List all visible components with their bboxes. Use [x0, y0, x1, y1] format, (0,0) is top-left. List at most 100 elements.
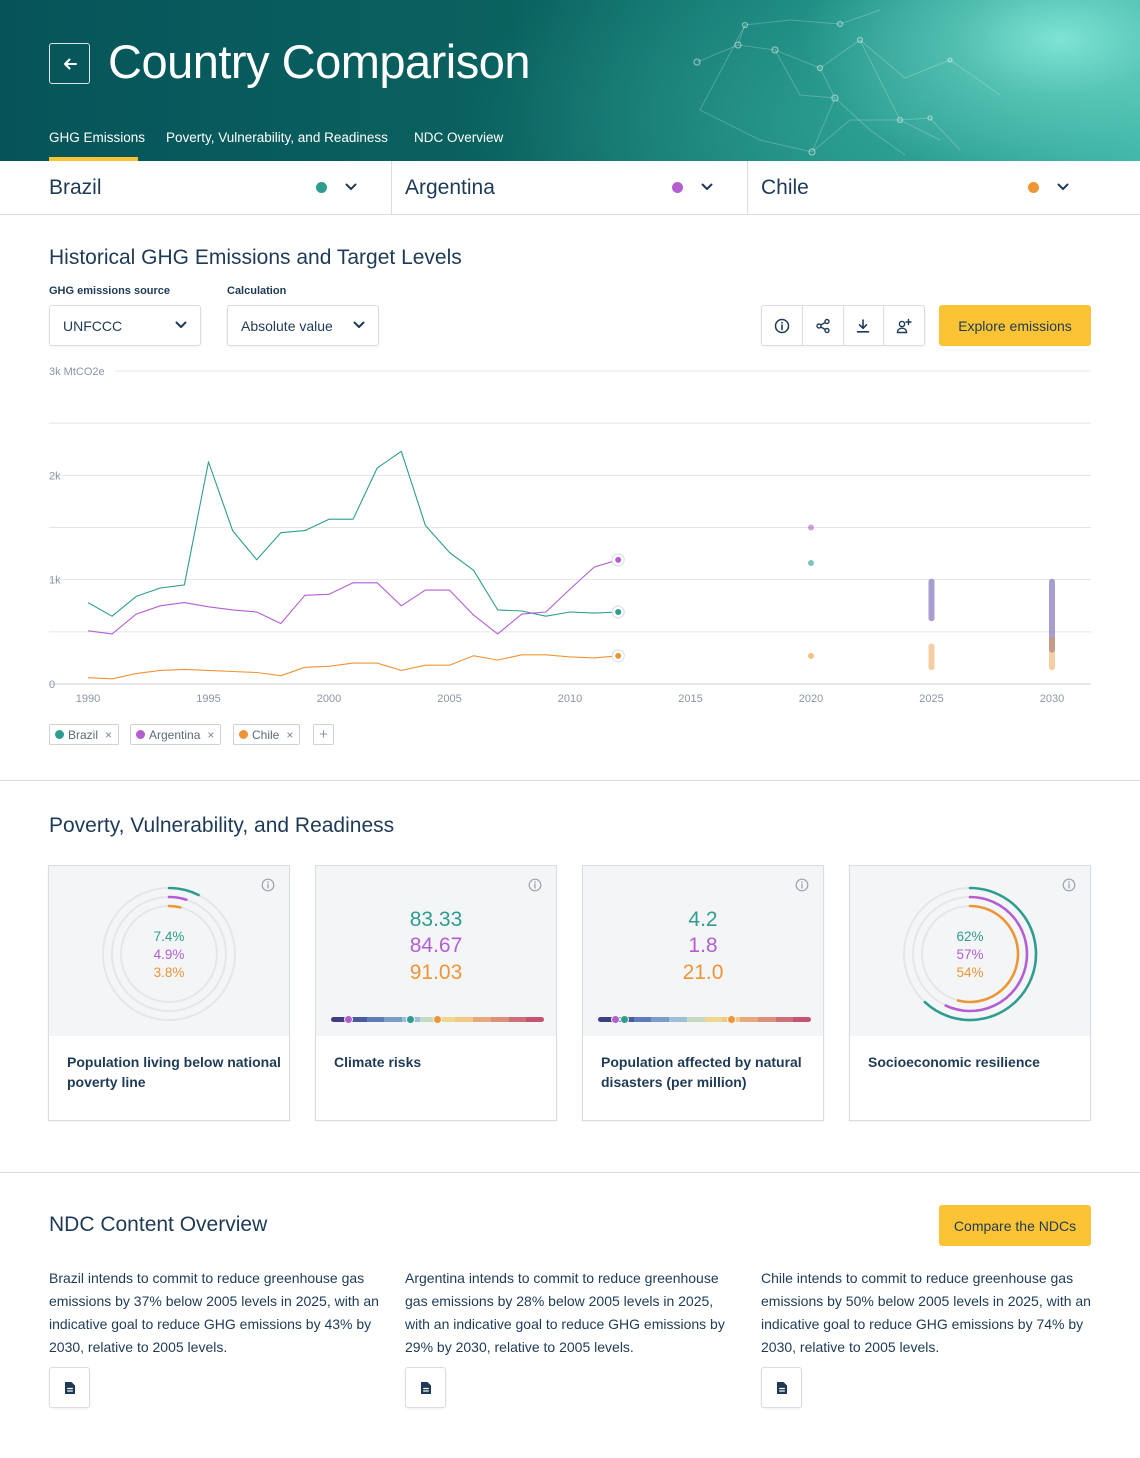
share-button[interactable] — [803, 306, 844, 345]
ndc-document-button-chile[interactable] — [761, 1367, 802, 1408]
card-title: Population living below national poverty… — [67, 1054, 281, 1090]
chart-toolbar — [761, 305, 925, 346]
legend-color-dot — [239, 730, 248, 739]
x-tick-label: 2015 — [678, 693, 702, 705]
card-title: Population affected by natural disasters… — [601, 1054, 802, 1090]
ghg-source-dropdown[interactable]: UNFCCC — [49, 305, 201, 346]
add-user-button[interactable] — [884, 306, 924, 345]
y-tick-label: 1k — [49, 575, 61, 587]
scale-segment — [775, 1017, 794, 1022]
legend-label: Chile — [252, 727, 280, 742]
x-tick-label: 2025 — [919, 693, 943, 705]
y-axis-unit-label: 3k MtCO2e — [49, 366, 105, 378]
scale-segment — [669, 1017, 687, 1022]
remove-icon[interactable]: × — [105, 728, 112, 742]
scale-segment — [740, 1017, 758, 1022]
ndc-summary-chile: Chile intends to commit to reduce greenh… — [761, 1270, 1091, 1355]
scale-segment — [633, 1017, 652, 1022]
compare-ndcs-button[interactable]: Compare the NDCs — [939, 1205, 1091, 1246]
value-argentina: 57% — [956, 947, 984, 962]
add-country-button[interactable]: + — [313, 724, 334, 745]
legend-label: Argentina — [149, 727, 201, 742]
card-visual-area: 7.4% 4.9% 3.8% — [49, 866, 289, 1036]
back-button[interactable] — [49, 43, 90, 84]
info-icon[interactable] — [528, 878, 542, 892]
legend-color-dot — [55, 730, 64, 739]
scale-segment — [473, 1017, 491, 1022]
chevron-down-icon — [353, 321, 365, 328]
scale-marker-argentina — [344, 1015, 353, 1024]
y-tick-label: 2k — [49, 470, 61, 482]
document-icon — [420, 1381, 431, 1394]
section-divider — [0, 780, 1140, 781]
pvr-section-title: Poverty, Vulnerability, and Readiness — [49, 814, 395, 837]
x-tick-label: 1995 — [196, 693, 220, 705]
value-brazil: 4.2 — [688, 908, 718, 931]
card-visual-area: 62% 57% 54% — [850, 866, 1090, 1036]
scale-segment — [455, 1017, 473, 1022]
card-visual-area: 83.33 84.67 91.03 — [316, 866, 556, 1036]
ghg-source-label: GHG emissions source — [49, 285, 171, 297]
legend-tag-argentina[interactable]: Argentina × — [130, 724, 222, 745]
scale-marker-chile — [433, 1015, 442, 1024]
download-button[interactable] — [844, 306, 885, 345]
x-tick-label: 2005 — [437, 693, 461, 705]
country-select-argentina[interactable]: Argentina — [356, 161, 713, 214]
ndc-summary-brazil: Brazil intends to commit to reduce green… — [49, 1270, 379, 1355]
ring-arc-chile — [167, 904, 182, 909]
scale-segment — [526, 1017, 544, 1022]
series-line-argentina — [87, 559, 619, 635]
country-color-dot — [672, 182, 683, 193]
chevron-down-icon — [1057, 183, 1069, 190]
country-name: Brazil — [49, 176, 102, 199]
legend-tag-chile[interactable]: Chile × — [233, 724, 301, 745]
value-brazil: 62% — [956, 929, 984, 944]
country-name: Chile — [761, 176, 809, 199]
series-line-brazil — [87, 450, 619, 617]
value-chile: 91.03 — [409, 961, 463, 984]
scale-segment — [490, 1017, 509, 1022]
x-tick-label: 1990 — [76, 693, 100, 705]
country-color-dot — [316, 182, 327, 193]
x-tick-label: 2010 — [558, 693, 582, 705]
target-point-argentina — [808, 524, 814, 531]
document-icon — [64, 1381, 75, 1394]
chevron-down-icon — [175, 321, 187, 328]
document-icon — [776, 1381, 787, 1394]
scale-marker-brazil — [620, 1015, 629, 1024]
x-tick-label: 2000 — [317, 693, 341, 705]
value-brazil: 83.33 — [409, 908, 463, 931]
scale-segment — [757, 1017, 776, 1022]
page-header: Country Comparison GHG Emissions Poverty… — [0, 0, 1140, 161]
value-argentina: 4.9% — [153, 947, 185, 962]
card-visual-area: 4.2 1.8 21.0 — [583, 866, 823, 1036]
add-user-icon — [896, 318, 912, 333]
ndc-document-button-brazil[interactable] — [49, 1367, 90, 1408]
scale-segment — [366, 1017, 385, 1022]
tab-ndc-overview[interactable]: NDC Overview — [414, 130, 503, 145]
calculation-dropdown[interactable]: Absolute value — [227, 305, 379, 346]
series-end-marker-argentina — [615, 556, 622, 563]
country-select-brazil[interactable]: Brazil — [0, 161, 357, 214]
country-color-dot — [1028, 182, 1039, 193]
tab-poverty-vulnerability-readiness[interactable]: Poverty, Vulnerability, and Readiness — [166, 130, 388, 145]
target-point-brazil — [808, 559, 814, 566]
value-brazil: 7.4% — [153, 929, 185, 944]
emissions-line-chart: 0 1k 2k 3k MtCO2e 1990 1995 2000 2005 2010 2015 20… — [49, 366, 1091, 705]
explore-emissions-button[interactable]: Explore emissions — [939, 305, 1091, 346]
remove-icon[interactable]: × — [286, 728, 293, 742]
info-button[interactable] — [762, 306, 803, 345]
legend-tag-brazil[interactable]: Brazil × — [49, 724, 120, 745]
calculation-label: Calculation — [227, 285, 287, 297]
info-icon[interactable] — [795, 878, 809, 892]
page-title: Country Comparison — [108, 35, 531, 88]
scale-marker-brazil — [406, 1015, 415, 1024]
tab-ghg-emissions[interactable]: GHG Emissions — [49, 130, 145, 145]
value-chile: 21.0 — [682, 961, 724, 984]
remove-icon[interactable]: × — [207, 728, 214, 742]
ndc-document-button-argentina[interactable] — [405, 1367, 446, 1408]
y-tick-label: 0 — [49, 679, 55, 691]
calculation-value: Absolute value — [241, 318, 333, 334]
country-select-chile[interactable]: Chile — [712, 161, 1069, 214]
ghg-source-value: UNFCCC — [63, 318, 123, 334]
